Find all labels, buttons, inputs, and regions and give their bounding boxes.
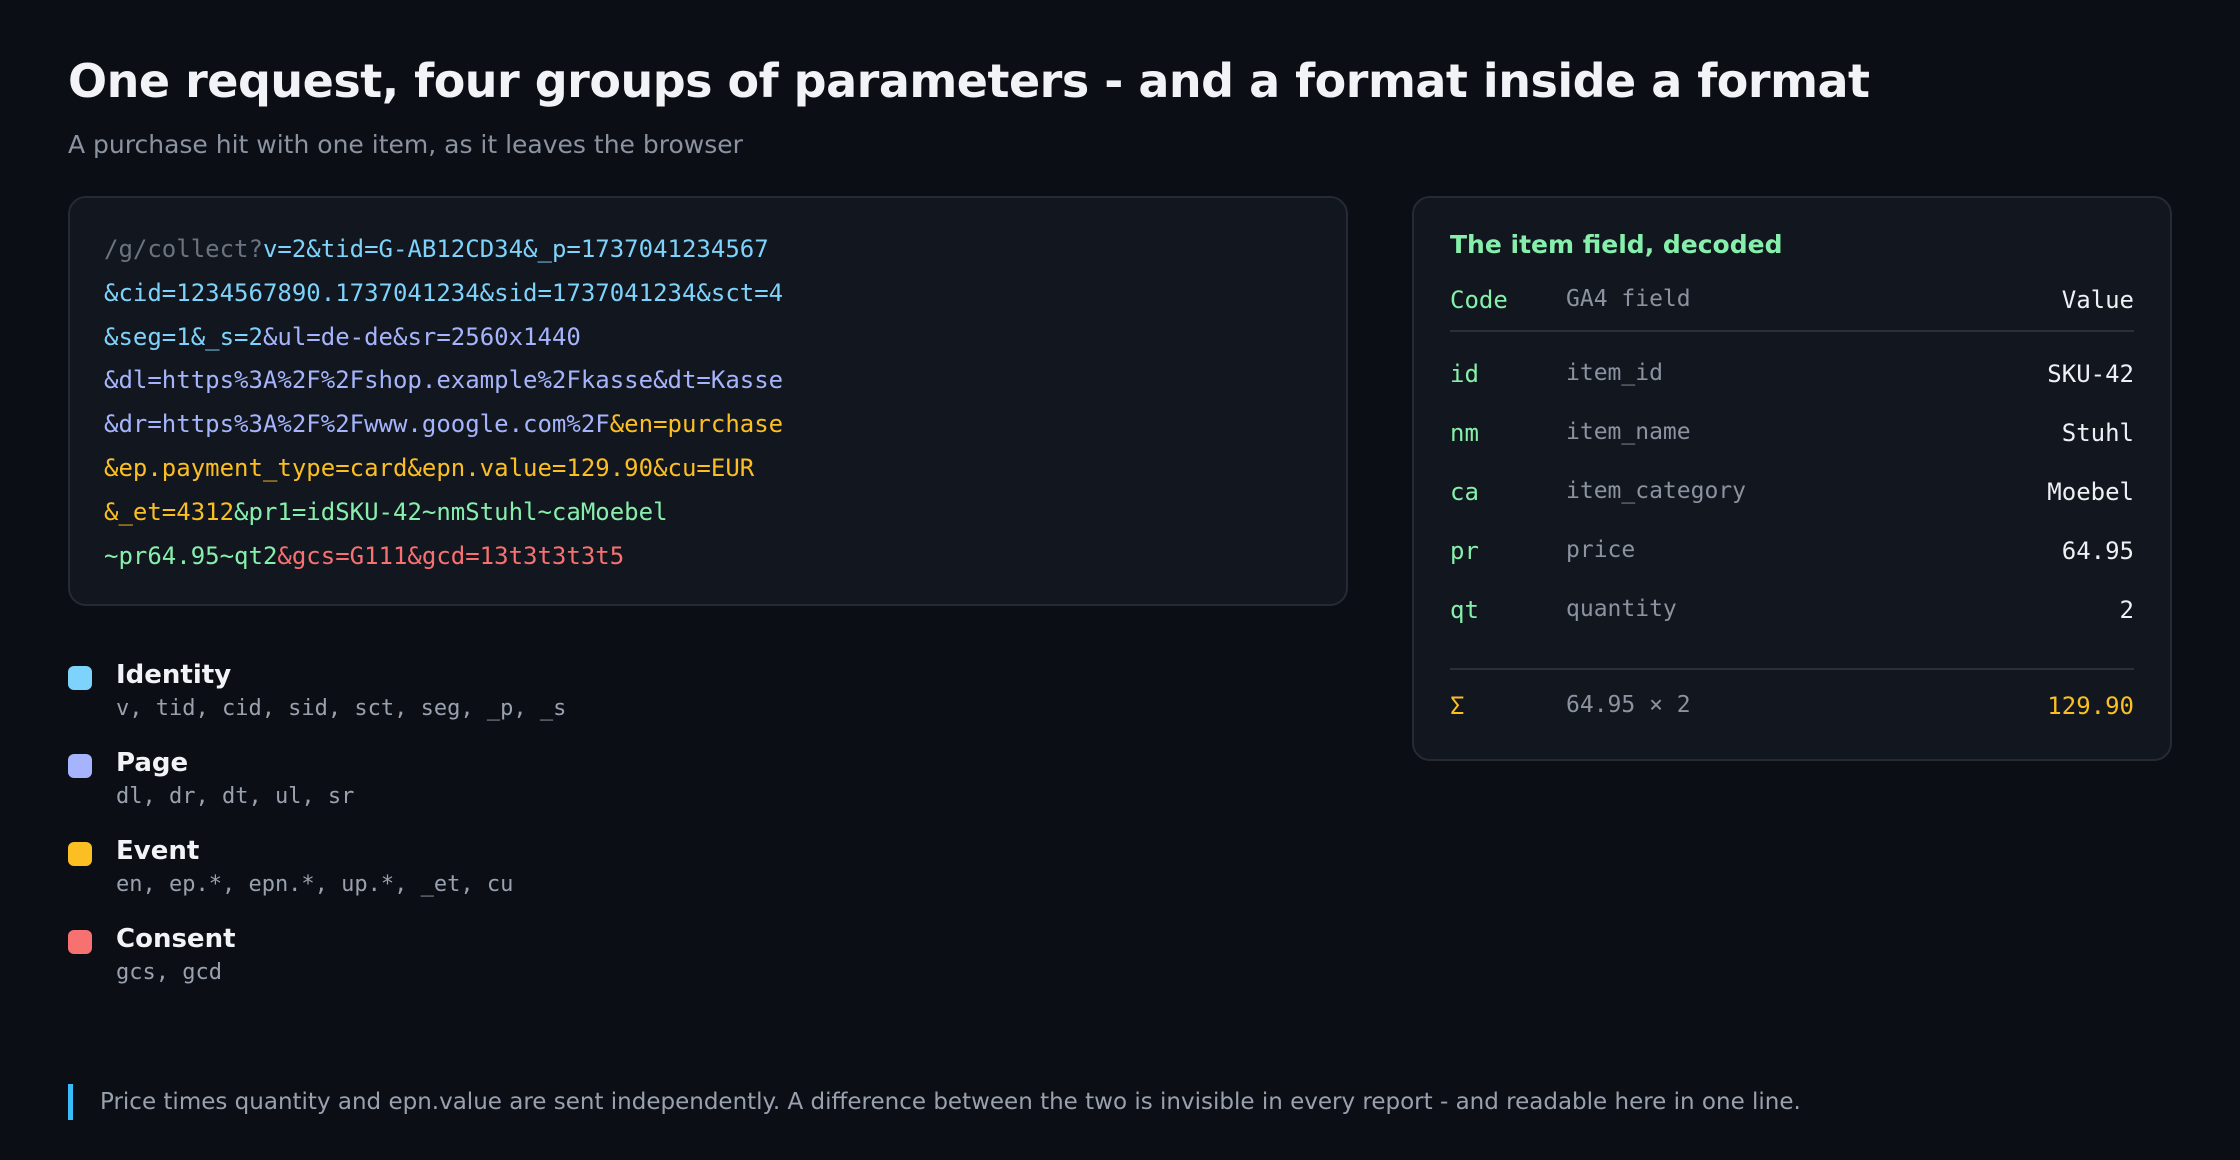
- table-row: nm item_name Stuhl: [1450, 413, 2134, 472]
- request-line: &dl=https%3A%2F%2Fshop.example%2Fkasse&d…: [104, 359, 1312, 403]
- table-row: pr price 64.95: [1450, 531, 2134, 590]
- param-segment-page: &dl=https%3A%2F%2Fshop.example%2Fkasse&d…: [104, 366, 784, 395]
- cell-code: qt: [1450, 596, 1479, 624]
- decode-title: The item field, decoded: [1450, 230, 1783, 259]
- item-decode-panel: The item field, decoded Code GA4 field V…: [1412, 196, 2172, 761]
- column-header-code: Code: [1450, 286, 1508, 314]
- request-line: ~pr64.95~qt2&gcs=G111&gcd=13t3t3t3t5: [104, 535, 1312, 579]
- decode-table-header: Code GA4 field Value: [1450, 282, 2134, 332]
- decode-divider: [1450, 668, 2134, 670]
- decode-table-body: id item_id SKU-42 nm item_name Stuhl ca item_ca…: [1450, 354, 2134, 649]
- legend-swatch: [68, 930, 92, 954]
- legend-swatch: [68, 666, 92, 690]
- column-header-value: Value: [2061, 286, 2134, 314]
- legend-swatch: [68, 842, 92, 866]
- param-segment-event: &ep.payment_type=card&epn.value=129.90&c…: [104, 453, 755, 482]
- legend-label: Event: [116, 836, 200, 866]
- param-segment-consent: &gcs=G111&gcd=13t3t3t3t5: [277, 541, 625, 570]
- cell-value: Stuhl: [2061, 419, 2134, 447]
- request-line: &ep.payment_type=card&epn.value=129.90&c…: [104, 447, 1312, 491]
- sum-symbol: Σ: [1450, 692, 1465, 720]
- decode-sum-row: Σ 64.95 × 2 129.90: [1450, 692, 2134, 732]
- cell-code: id: [1450, 360, 1479, 388]
- cell-field: item_category: [1566, 478, 1747, 504]
- page-title: One request, four groups of parameters -…: [68, 54, 1870, 108]
- legend-params: en, ep.*, epn.*, up.*, _et, cu: [116, 872, 514, 897]
- cell-code: ca: [1450, 478, 1479, 506]
- column-header-field: GA4 field: [1566, 286, 1691, 312]
- sum-value: 129.90: [2047, 692, 2134, 720]
- legend-params: dl, dr, dt, ul, sr: [116, 784, 355, 809]
- legend-params: gcs, gcd: [116, 960, 222, 985]
- cell-field: quantity: [1566, 596, 1677, 622]
- request-line: &_et=4312&pr1=idSKU-42~nmStuhl~caMoebel: [104, 491, 1312, 535]
- cell-value: 2: [2119, 596, 2134, 624]
- param-segment-event: &en=purchase: [609, 410, 784, 439]
- legend-label: Page: [116, 748, 189, 778]
- page: One request, four groups of parameters -…: [0, 0, 2240, 1160]
- legend-params: v, tid, cid, sid, sct, seg, _p, _s: [116, 696, 567, 721]
- request-line: &seg=1&_s=2&ul=de-de&sr=2560x1440: [104, 316, 1312, 360]
- param-segment-identity: v=2&tid=G-AB12CD34&_p=1737041234567: [262, 235, 769, 263]
- cell-value: SKU-42: [2047, 360, 2134, 388]
- sum-formula: 64.95 × 2: [1566, 692, 1691, 718]
- request-url-box: /g/collect?v=2&tid=G-AB12CD34&_p=1737041…: [68, 196, 1348, 606]
- table-row: ca item_category Moebel: [1450, 472, 2134, 531]
- page-subtitle: A purchase hit with one item, as it leav…: [68, 130, 743, 159]
- cell-field: price: [1566, 537, 1636, 563]
- legend-swatch: [68, 754, 92, 778]
- param-segment-page: &dr=https%3A%2F%2Fwww.google.com%2F: [104, 410, 610, 439]
- legend-label: Consent: [116, 924, 236, 954]
- param-segment-page: &ul=de-de&sr=2560x1440: [262, 322, 581, 351]
- param-segment-path: /g/collect?: [104, 235, 263, 263]
- cell-field: item_id: [1566, 360, 1663, 386]
- param-segment-event: &_et=4312: [104, 497, 235, 526]
- table-row: qt quantity 2: [1450, 590, 2134, 649]
- footnote: Price times quantity and epn.value are s…: [68, 1084, 1801, 1120]
- table-row: id item_id SKU-42: [1450, 354, 2134, 413]
- param-segment-item: &pr1=idSKU-42~nmStuhl~caMoebel: [234, 497, 668, 526]
- legend-label: Identity: [116, 660, 232, 690]
- request-line: &cid=1234567890.1737041234&sid=173704123…: [104, 272, 1312, 316]
- cell-field: item_name: [1566, 419, 1691, 445]
- cell-code: nm: [1450, 419, 1479, 447]
- param-segment-identity: &cid=1234567890.1737041234&sid=173704123…: [104, 278, 784, 307]
- request-line: &dr=https%3A%2F%2Fwww.google.com%2F&en=p…: [104, 403, 1312, 447]
- param-segment-item: ~pr64.95~qt2: [104, 541, 278, 570]
- param-segment-identity: &seg=1&_s=2: [104, 322, 263, 351]
- cell-value: 64.95: [2061, 537, 2134, 565]
- cell-code: pr: [1450, 537, 1479, 565]
- request-line: /g/collect?v=2&tid=G-AB12CD34&_p=1737041…: [104, 228, 1312, 272]
- cell-value: Moebel: [2047, 478, 2134, 506]
